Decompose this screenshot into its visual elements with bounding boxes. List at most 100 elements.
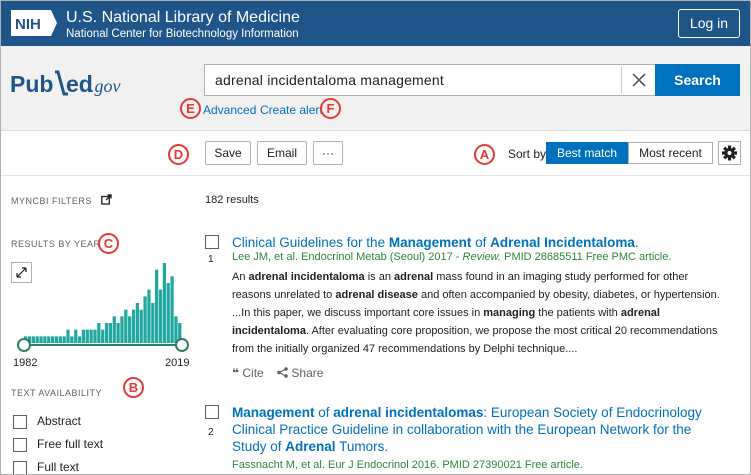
external-link-icon[interactable]: [101, 194, 112, 205]
gear-icon: [722, 145, 737, 161]
svg-text:ed: ed: [66, 71, 93, 97]
year-bar[interactable]: [162, 263, 166, 343]
sort-most-recent-button[interactable]: Most recent: [628, 142, 713, 164]
login-button[interactable]: Log in: [678, 9, 740, 38]
result-pmid: PMID 28685511 Free PMC article.: [501, 251, 672, 263]
annotation-b: B: [123, 377, 144, 398]
year-bar[interactable]: [50, 336, 55, 343]
svg-text:.gov: .gov: [90, 76, 121, 96]
result-authors: Lee JM, et al. Endocrinol Metab (Seoul) …: [232, 251, 463, 263]
year-bar[interactable]: [93, 329, 97, 343]
year-bar[interactable]: [104, 323, 109, 343]
search-area: Pub ed .gov adrenal incidentaloma manage…: [0, 46, 751, 130]
year-range-start-handle[interactable]: [17, 338, 31, 352]
year-bar[interactable]: [97, 323, 101, 343]
svg-text:Pub: Pub: [10, 71, 53, 97]
year-bar[interactable]: [62, 336, 66, 343]
full-text-checkbox[interactable]: [13, 461, 27, 475]
year-bar[interactable]: [89, 329, 93, 343]
nih-title[interactable]: U.S. National Library of Medicine: [66, 9, 300, 26]
year-bar[interactable]: [58, 336, 62, 343]
sort-best-match-button[interactable]: Best match: [546, 142, 628, 164]
share-button[interactable]: Share: [277, 366, 323, 380]
year-bar[interactable]: [85, 329, 89, 343]
pubmed-logo[interactable]: Pub ed .gov: [10, 66, 150, 106]
year-bar[interactable]: [158, 289, 163, 343]
year-bar[interactable]: [112, 316, 116, 343]
year-bar[interactable]: [151, 303, 155, 343]
myncbi-filters-heading[interactable]: MYNCBI FILTERS: [11, 194, 112, 206]
year-bar[interactable]: [147, 289, 151, 343]
year-bar[interactable]: [108, 323, 113, 343]
year-bar[interactable]: [70, 336, 74, 343]
nih-subtitle[interactable]: National Center for Biotechnology Inform…: [66, 28, 299, 41]
quote-icon: ❝: [232, 366, 240, 380]
save-button[interactable]: Save: [205, 141, 251, 165]
result-title-link[interactable]: Clinical Guidelines for the Management o…: [232, 234, 712, 251]
annotation-e: E: [180, 98, 201, 119]
more-actions-button[interactable]: ···: [313, 141, 343, 165]
advanced-search-link[interactable]: Advanced: [203, 103, 256, 117]
year-bar[interactable]: [166, 283, 170, 343]
free-full-text-checkbox[interactable]: [13, 438, 27, 452]
year-bar[interactable]: [31, 336, 35, 343]
cite-button[interactable]: ❝ Cite: [232, 366, 264, 380]
annotation-d: D: [168, 144, 189, 165]
create-alert-link[interactable]: Create alert: [260, 103, 323, 117]
sort-by-label: Sort by: [508, 147, 547, 161]
share-label: Share: [291, 366, 324, 380]
result-snippet: An adrenal incidentaloma is an adrenal m…: [232, 271, 720, 355]
year-bar[interactable]: [43, 336, 47, 343]
year-bar[interactable]: [116, 323, 120, 343]
result-actions: ❝ Cite Share: [232, 366, 323, 380]
annotation-c: C: [98, 233, 119, 254]
email-button[interactable]: Email: [257, 141, 307, 165]
nih-logo-text: NIH: [15, 16, 41, 33]
results-by-year-heading: RESULTS BY YEAR: [11, 239, 101, 249]
year-bar[interactable]: [77, 336, 82, 343]
annotation-a: A: [474, 144, 495, 165]
result-citation: Lee JM, et al. Endocrinol Metab (Seoul) …: [232, 251, 671, 263]
result-title-link[interactable]: Management of adrenal incidentalomas: Eu…: [232, 404, 712, 455]
year-bar[interactable]: [39, 336, 43, 343]
cite-label: Cite: [242, 366, 264, 380]
year-bar[interactable]: [124, 309, 128, 343]
nih-banner: NIH U.S. National Library of Medicine Na…: [0, 0, 751, 46]
year-bar[interactable]: [174, 316, 178, 343]
year-bar[interactable]: [155, 269, 159, 343]
result-checkbox[interactable]: [205, 235, 219, 249]
text-availability-heading: TEXT AVAILABILITY: [11, 388, 103, 398]
review-tag: Review.: [462, 251, 502, 263]
nih-logo[interactable]: NIH: [11, 10, 57, 36]
year-bar[interactable]: [170, 276, 174, 343]
divider: [621, 67, 622, 93]
year-bar[interactable]: [74, 329, 78, 343]
year-bar[interactable]: [135, 303, 140, 343]
year-range-end-handle[interactable]: [175, 338, 189, 352]
filter-label: Full text: [37, 460, 80, 474]
result-number: 1: [208, 254, 214, 265]
year-bar[interactable]: [66, 329, 70, 343]
year-bar[interactable]: [131, 309, 136, 343]
year-bar[interactable]: [47, 336, 51, 343]
year-bar[interactable]: [139, 309, 143, 343]
result-checkbox[interactable]: [205, 405, 219, 419]
year-bar[interactable]: [120, 316, 124, 343]
year-bar[interactable]: [101, 329, 105, 343]
year-bar[interactable]: [35, 336, 39, 343]
results-toolbar: Save Email ··· Sort by Best match Most r…: [0, 130, 751, 176]
search-input[interactable]: adrenal incidentaloma management: [204, 64, 655, 96]
results-by-year-chart[interactable]: [10, 255, 190, 355]
clear-icon[interactable]: [629, 70, 649, 90]
results-count: 182 results: [205, 194, 259, 206]
result-citation: Fassnacht M, et al. Eur J Endocrinol 201…: [232, 459, 583, 471]
annotation-f: F: [320, 98, 341, 119]
year-end-label: 2019: [165, 357, 190, 369]
year-bar[interactable]: [128, 316, 132, 343]
abstract-checkbox[interactable]: [13, 415, 27, 429]
display-options-button[interactable]: [718, 141, 741, 165]
year-bar[interactable]: [143, 296, 147, 343]
year-bar[interactable]: [54, 336, 59, 343]
year-bar[interactable]: [81, 329, 86, 343]
search-button[interactable]: Search: [655, 64, 740, 96]
